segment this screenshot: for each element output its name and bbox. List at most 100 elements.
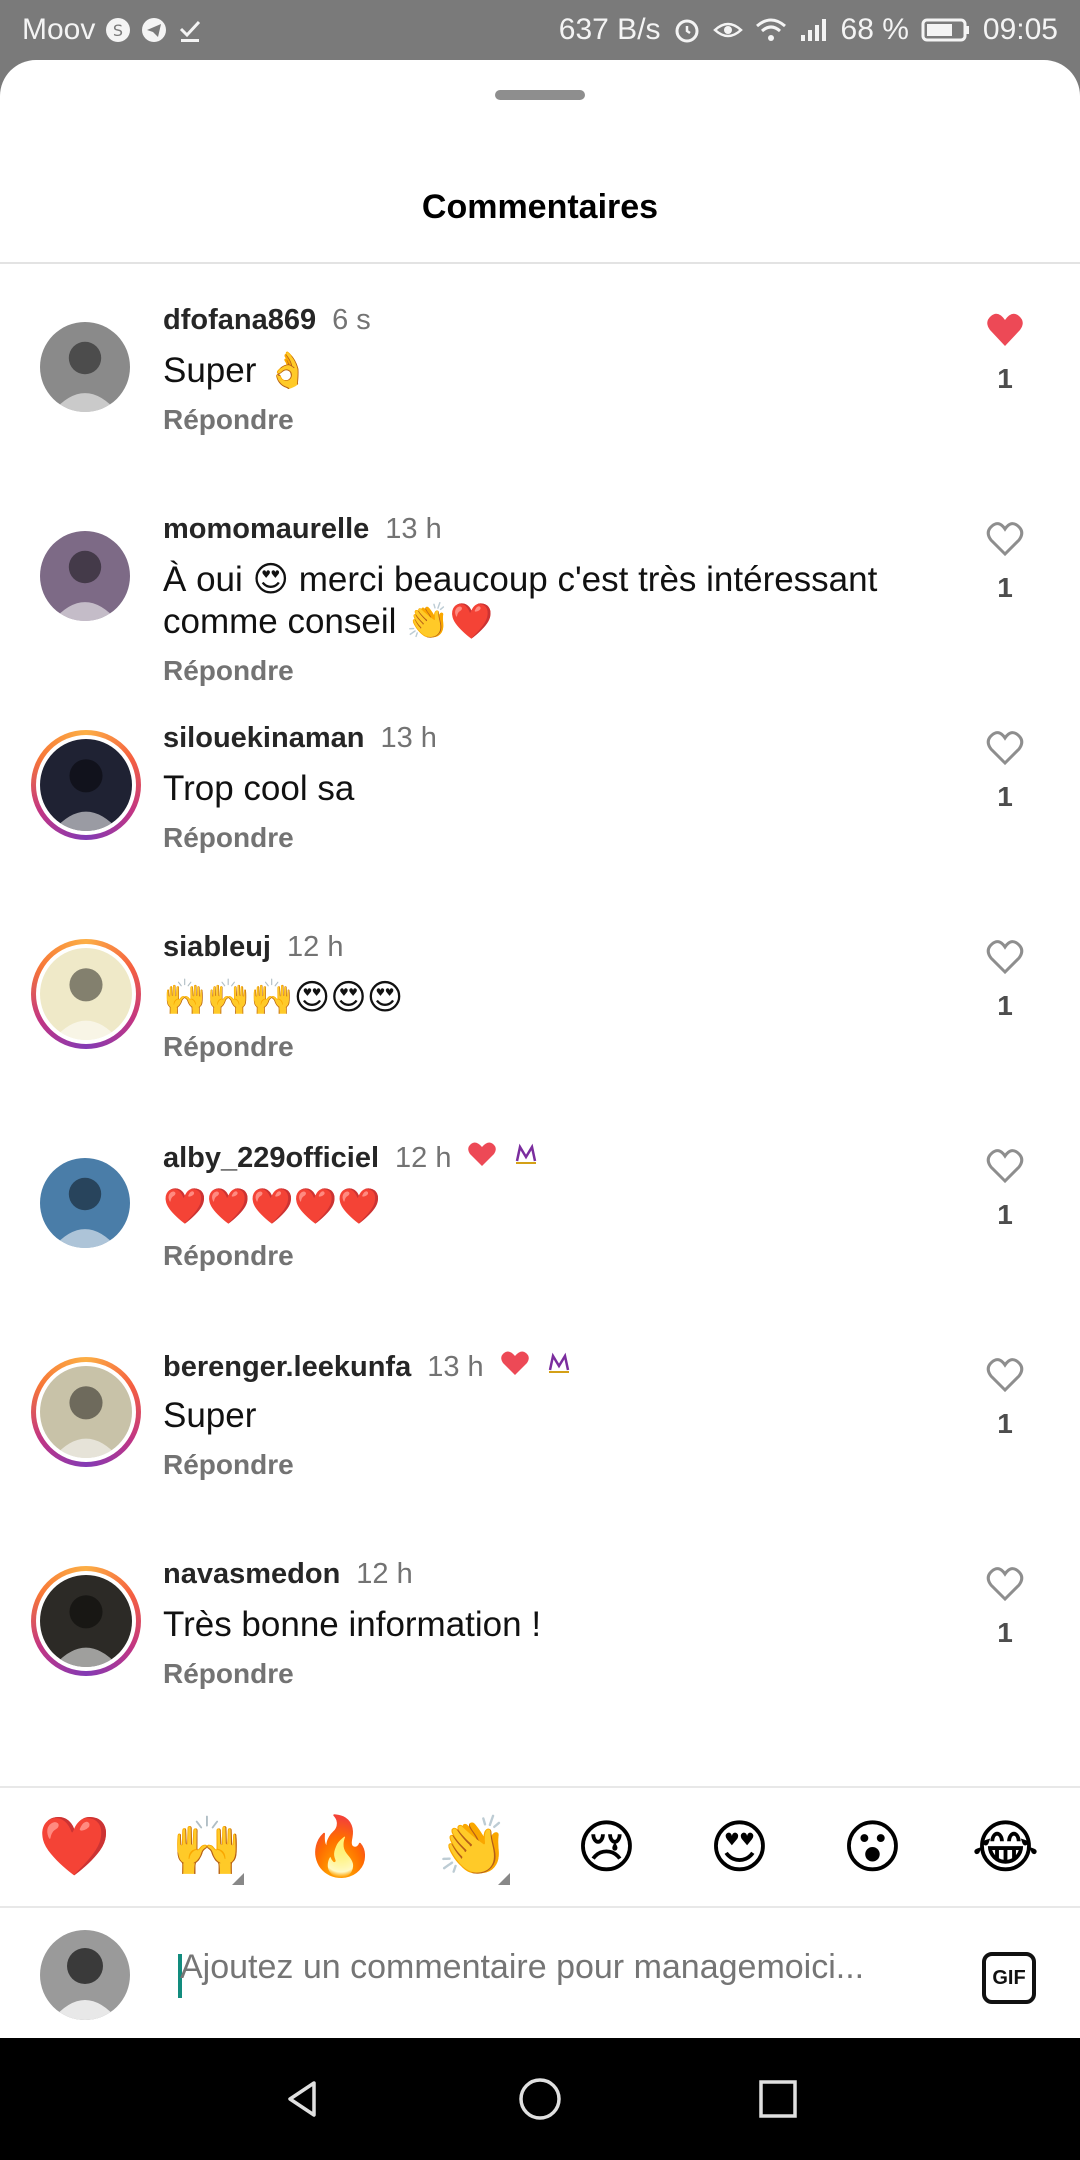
svg-text:S: S [113,21,123,40]
comment-header: alby_229officiel 12 h [163,1140,539,1176]
comment-row: dfofana869 6 s Super 👌 Répondre 1 [0,304,1080,550]
user-avatar[interactable] [31,730,141,840]
like-button[interactable]: 1 [975,519,1035,604]
heart-outline-icon[interactable] [984,728,1026,768]
like-count: 1 [997,363,1013,394]
like-button[interactable]: 1 [975,1355,1035,1440]
comment-time: 13 h [380,722,437,754]
emoji-glyph: 😂 [971,1815,1040,1880]
user-avatar[interactable] [31,1357,141,1467]
heart-outline-icon[interactable] [984,1355,1026,1395]
comment-username[interactable]: dfofana869 [163,304,316,337]
telegram-icon [141,17,167,43]
comment-row: berenger.leekunfa 13 h Super Répondre 1 [0,1351,1080,1595]
back-icon[interactable] [278,2075,326,2123]
emoji-glyph: 🙌 [171,1814,244,1879]
comment-row: silouekinaman 13 h Trop cool sa Répondre… [0,722,1080,968]
heart-outline-icon[interactable] [984,937,1026,977]
comment-username[interactable]: berenger.leekunfa [163,1351,411,1384]
comment-time: 13 h [427,1350,484,1383]
comment-row: momomaurelle 13 h À oui 😍 merci beaucoup… [0,513,1080,759]
like-button[interactable]: 1 [975,1146,1035,1231]
like-count: 1 [997,1199,1013,1230]
emoji-glyph: 😢 [576,1815,637,1880]
raising-hands-emoji-icon[interactable]: 🙌 [158,1797,258,1897]
user-avatar[interactable] [40,322,130,412]
comment-username[interactable]: momomaurelle [163,513,369,546]
signal-icon [799,17,829,43]
emoji-glyph: 🔥 [304,1814,377,1879]
quick-reaction-bar: ❤️ 🙌 🔥 👏 😢 😍 😮 😂 [0,1786,1080,1906]
heart-eyes-emoji-icon[interactable]: 😍 [690,1797,790,1897]
reply-button[interactable]: Répondre [163,1658,294,1690]
user-avatar[interactable] [31,939,141,1049]
system-nav-bar [0,2038,1080,2160]
comment-composer: GIF [0,1906,1080,2038]
reply-button[interactable]: Répondre [163,1240,294,1272]
like-button[interactable]: 1 [975,1564,1035,1649]
comment-text: Super [163,1396,257,1435]
divider [0,262,1080,264]
fire-emoji-icon[interactable]: 🔥 [291,1797,391,1897]
eye-comfort-icon [712,18,743,42]
status-bar: Moov S 637 B/s 68 % 09:05 [0,0,1080,60]
creator-badge-icon [513,1141,539,1175]
sheet-drag-handle[interactable] [495,90,585,100]
comment-time: 12 h [395,1141,452,1174]
comments-sheet: Commentaires dfofana869 6 s Super 👌 Répo… [0,60,1080,2038]
comment-input[interactable] [180,1948,900,1987]
reply-button[interactable]: Répondre [163,1031,294,1063]
download-done-icon [177,17,203,43]
like-button[interactable]: 1 [975,937,1035,1022]
creator-badge-icon [546,1350,572,1384]
comment-username[interactable]: siableuj [163,931,271,964]
comment-username[interactable]: navasmedon [163,1558,340,1591]
comment-text: Trop cool sa [163,769,355,808]
comment-username[interactable]: alby_229officiel [163,1142,379,1175]
emoji-glyph: 😍 [709,1815,770,1880]
own-avatar [40,1930,130,2020]
comment-time: 12 h [356,1558,413,1590]
like-count: 1 [997,1617,1013,1648]
comment-text: 🙌🙌🙌😍😍😍 [163,978,404,1017]
like-count: 1 [997,990,1013,1021]
reply-button[interactable]: Répondre [163,404,294,436]
gif-button[interactable]: GIF [982,1952,1036,2004]
heart-outline-icon[interactable] [984,519,1026,559]
heart-filled-icon[interactable] [984,310,1026,350]
like-count: 1 [997,781,1013,812]
user-avatar[interactable] [40,1158,130,1248]
surprised-emoji-icon[interactable]: 😮 [823,1797,923,1897]
comment-header: berenger.leekunfa 13 h [163,1349,572,1385]
comment-time: 6 s [332,304,371,336]
battery-icon [921,17,971,43]
wifi-icon [755,17,787,43]
comment-username[interactable]: silouekinaman [163,722,364,755]
heart-emoji-icon[interactable]: ❤️ [25,1797,125,1897]
carrier-label: Moov [22,13,96,46]
reply-button[interactable]: Répondre [163,822,294,854]
sheet-title: Commentaires [421,188,659,226]
comment-text: ❤️❤️❤️❤️❤️ [163,1187,381,1226]
like-button[interactable]: 1 [975,728,1035,813]
laughing-emoji-icon[interactable]: 😂 [956,1797,1056,1897]
emoji-glyph: ❤️ [38,1814,111,1879]
crying-emoji-icon[interactable]: 😢 [557,1797,657,1897]
battery-percent: 68 % [840,13,909,46]
home-icon[interactable] [516,2075,564,2123]
emoji-glyph: 👏 [437,1814,510,1879]
comment-header: silouekinaman 13 h [163,722,437,755]
user-avatar[interactable] [31,1566,141,1676]
comment-time: 13 h [385,513,442,545]
clock: 09:05 [982,13,1058,46]
reply-button[interactable]: Répondre [163,655,294,687]
reply-button[interactable]: Répondre [163,1449,294,1481]
heart-outline-icon[interactable] [984,1146,1026,1186]
like-button[interactable]: 1 [975,310,1035,395]
clapping-emoji-icon[interactable]: 👏 [424,1797,524,1897]
user-avatar[interactable] [40,531,130,621]
heart-outline-icon[interactable] [984,1564,1026,1604]
comment-row: siableuj 12 h 🙌🙌🙌😍😍😍 Répondre 1 [0,931,1080,1177]
recents-icon[interactable] [754,2075,802,2123]
skin-tone-indicator [231,1873,244,1885]
